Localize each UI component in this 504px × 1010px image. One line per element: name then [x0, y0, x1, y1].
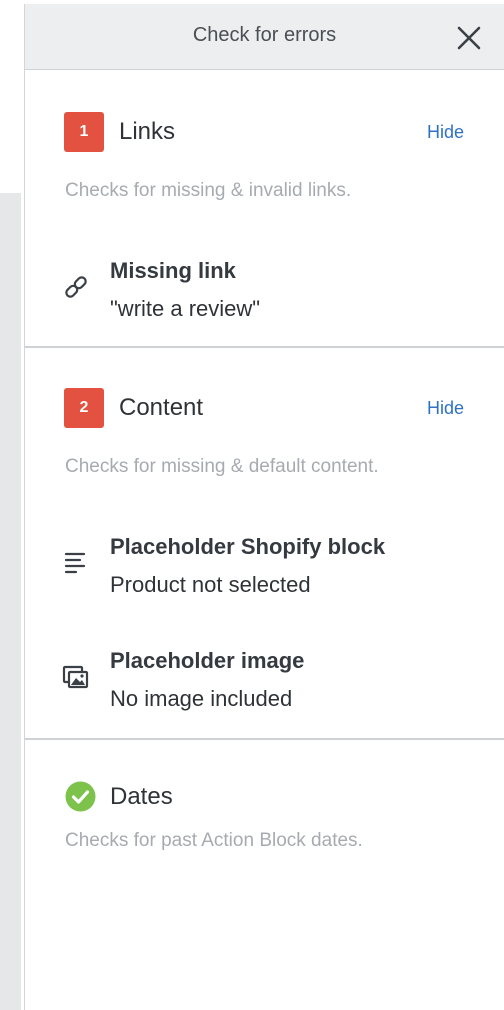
links-error-count-badge: 1 [64, 112, 104, 152]
links-section-title: Links [119, 118, 176, 145]
link-icon [61, 272, 91, 302]
close-button[interactable] [455, 24, 483, 52]
panel-title: Check for errors [192, 24, 337, 46]
placeholder-shopify-block-title: Placeholder Shopify block [110, 534, 386, 559]
placeholder-image-title: Placeholder image [110, 648, 305, 673]
placeholder-shopify-block-item[interactable]: Placeholder Shopify block Product not se… [61, 534, 481, 597]
content-error-count-badge: 2 [64, 388, 104, 428]
dates-section-description: Checks for past Action Block dates. [65, 830, 363, 851]
check-circle-icon [65, 781, 96, 812]
content-hide-link[interactable]: Hide [427, 398, 464, 419]
content-section: 2 Content Hide Checks for missing & defa… [25, 346, 504, 740]
links-section-description: Checks for missing & invalid links. [65, 180, 352, 201]
text-lines-icon [61, 548, 91, 578]
placeholder-shopify-block-detail: Product not selected [110, 572, 311, 597]
content-section-description: Checks for missing & default content. [65, 456, 379, 477]
close-icon[interactable] [455, 24, 483, 52]
links-section: 1 Links Hide Checks for missing & invali… [25, 70, 504, 348]
image-icon [61, 662, 91, 692]
background-editor-top [0, 0, 24, 193]
missing-link-title: Missing link [110, 258, 236, 283]
links-hide-link[interactable]: Hide [427, 122, 464, 143]
check-errors-panel: Check for errors 1 Links Hide Checks for… [24, 4, 504, 1010]
content-section-title: Content [119, 394, 204, 421]
missing-link-item[interactable]: Missing link "write a review" [61, 258, 481, 321]
panel-header: Check for errors [25, 4, 504, 70]
placeholder-image-item[interactable]: Placeholder image No image included [61, 648, 481, 711]
background-editor-strip [0, 193, 21, 1010]
dates-section: Dates Checks for past Action Block dates… [25, 738, 504, 1010]
missing-link-detail: "write a review" [110, 296, 261, 321]
dates-section-title: Dates [110, 783, 173, 810]
placeholder-image-detail: No image included [110, 686, 293, 711]
